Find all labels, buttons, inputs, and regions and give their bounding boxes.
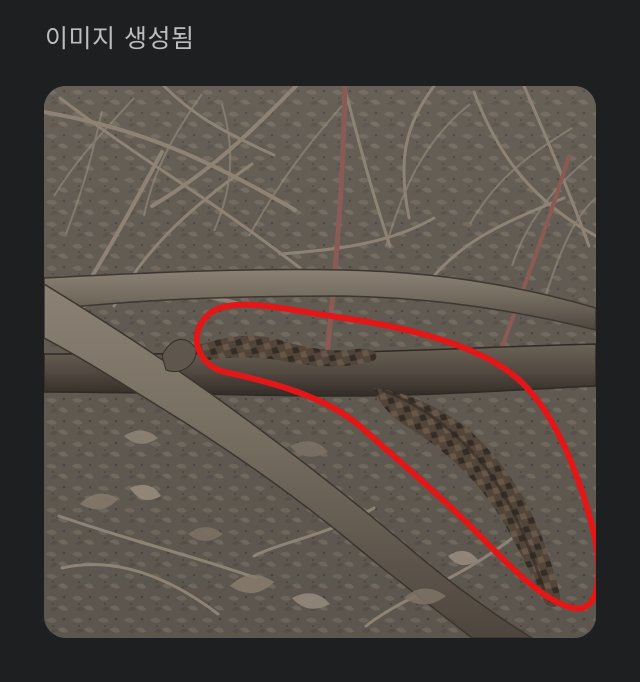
image-generated-title: 이미지 생성됨 [45,24,195,53]
generated-image[interactable] [44,86,596,638]
forest-floor-scene [44,86,596,638]
chat-screen: 이미지 생성됨 [0,0,640,682]
